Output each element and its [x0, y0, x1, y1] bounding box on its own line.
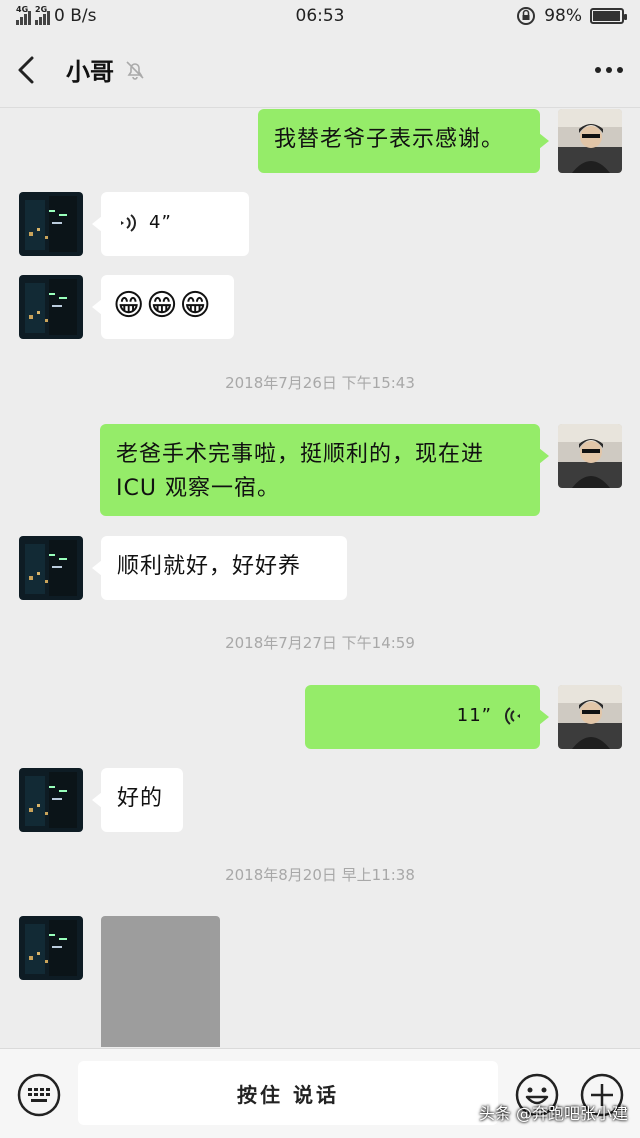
watermark: 头条 @奔跑吧张小建 — [478, 1104, 628, 1123]
message-text: 老爸手术完事啦，挺顺利的，现在进 ICU 观察一宿。 — [116, 442, 485, 501]
status-right: 98% — [516, 6, 627, 26]
contact-avatar[interactable] — [19, 275, 83, 339]
keyboard-icon — [17, 1073, 61, 1117]
voice-wave-icon — [505, 707, 520, 725]
chevron-left-icon — [18, 56, 34, 83]
status-bar: 4G 2G 0 B/s 06:53 98% — [0, 0, 640, 32]
ellipsis-icon — [595, 66, 623, 73]
input-bar: 按住 说话 头条 @奔跑吧张小建 — [0, 1048, 640, 1138]
sent-text-bubble[interactable]: 我替老爷子表示感谢。 — [258, 109, 549, 173]
sent-text-bubble[interactable]: 老爸手术完事啦，挺顺利的，现在进 ICU 观察一宿。 — [100, 424, 549, 516]
contact-avatar[interactable] — [19, 916, 83, 980]
timestamp: 2018年7月27日 下午14:59 — [225, 634, 415, 652]
chat-title[interactable]: 小哥 — [66, 52, 114, 87]
signal-4g-icon: 4G — [16, 5, 31, 25]
received-text-bubble[interactable]: 好的 — [92, 768, 183, 832]
more-options-button[interactable] — [584, 50, 624, 90]
received-image[interactable] — [101, 916, 220, 1047]
contact-avatar[interactable] — [19, 192, 83, 256]
network-type-1: 4G — [16, 5, 29, 14]
keyboard-toggle-button[interactable] — [17, 1073, 61, 1117]
contact-avatar[interactable] — [19, 768, 83, 832]
received-emoji-bubble[interactable]: 😁😁😁 — [92, 275, 234, 339]
contact-avatar[interactable] — [19, 536, 83, 600]
back-button[interactable] — [16, 48, 52, 92]
battery-fill — [593, 11, 621, 21]
network-speed: 0 B/s — [54, 6, 97, 26]
message-list[interactable]: 我替老爷子表示感谢。 4” 😁😁😁 2018年7月26日 下午15:43 老爸手… — [0, 109, 640, 1047]
rotation-lock-icon — [517, 7, 536, 25]
hold-to-talk-button[interactable]: 按住 说话 — [78, 1061, 498, 1125]
message-text: 好的 — [117, 786, 164, 811]
grin-emoji: 😁😁😁 — [113, 288, 213, 323]
battery-icon — [590, 8, 627, 24]
status-left: 4G 2G 0 B/s — [16, 5, 97, 26]
received-text-bubble[interactable]: 顺利就好，好好养 — [92, 536, 347, 600]
battery-percent: 98% — [544, 6, 582, 26]
message-text: 我替老爷子表示感谢。 — [274, 127, 505, 152]
timestamp: 2018年8月20日 早上11:38 — [225, 866, 415, 884]
my-avatar[interactable] — [558, 685, 622, 749]
sent-voice-bubble[interactable]: 11” — [305, 685, 549, 749]
timestamp: 2018年7月26日 下午15:43 — [225, 374, 415, 392]
mute-bell-icon — [124, 59, 146, 81]
message-text: 顺利就好，好好养 — [117, 554, 302, 579]
voice-duration: 4” — [149, 212, 172, 233]
voice-duration: 11” — [456, 705, 492, 726]
chat-header: 小哥 — [0, 32, 640, 108]
signal-2g-icon: 2G — [35, 5, 50, 25]
my-avatar[interactable] — [558, 424, 622, 488]
network-type-2: 2G — [35, 5, 48, 14]
voice-wave-icon — [121, 214, 136, 232]
received-voice-bubble[interactable]: 4” — [92, 192, 249, 256]
my-avatar[interactable] — [558, 109, 622, 173]
